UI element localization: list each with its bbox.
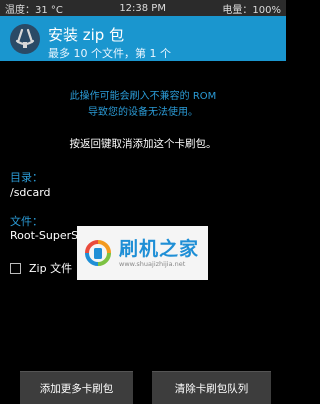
refresh-logo-icon [85,240,111,266]
install-zip-icon [10,24,40,54]
add-more-zips-button[interactable]: 添加更多卡刷包 [20,371,133,404]
directory-value: /sdcard [10,186,51,199]
watermark-logo: 刷机之家 www.shuajizhijia.net [77,226,208,280]
header-bar: 安装 zip 包 最多 10 个文件，第 1 个 [0,16,286,61]
file-label: 文件： [10,215,43,228]
warning-line-2: 导致您的设备无法使用。 [88,107,198,118]
clock-text: 12:38 PM [119,2,166,14]
status-bar: 温度：31 °C 12:38 PM 电量：100% [0,0,286,16]
watermark-url: www.shuajizhijia.net [119,259,186,268]
page-title: 安装 zip 包 [48,26,125,44]
watermark-title: 刷机之家 [119,237,200,260]
warning-line-1: 此操作可能会刷入不兼容的 ROM [69,91,217,102]
zip-verify-label: Zip 文件 [29,262,73,275]
zip-verify-option[interactable]: Zip 文件 [10,260,72,276]
battery-text: 电量：100% [222,4,281,16]
clear-zip-queue-button[interactable]: 清除卡刷包队列 [152,371,271,404]
zip-verify-checkbox[interactable] [10,262,21,274]
page-subtitle: 最多 10 个文件，第 1 个 [48,47,171,60]
temperature-text: 温度：31 °C [5,4,63,16]
back-hint-text: 按返回键取消添加这个卡刷包。 [69,138,217,150]
directory-label: 目录： [10,171,43,184]
file-value: Root-SuperS [10,229,79,242]
